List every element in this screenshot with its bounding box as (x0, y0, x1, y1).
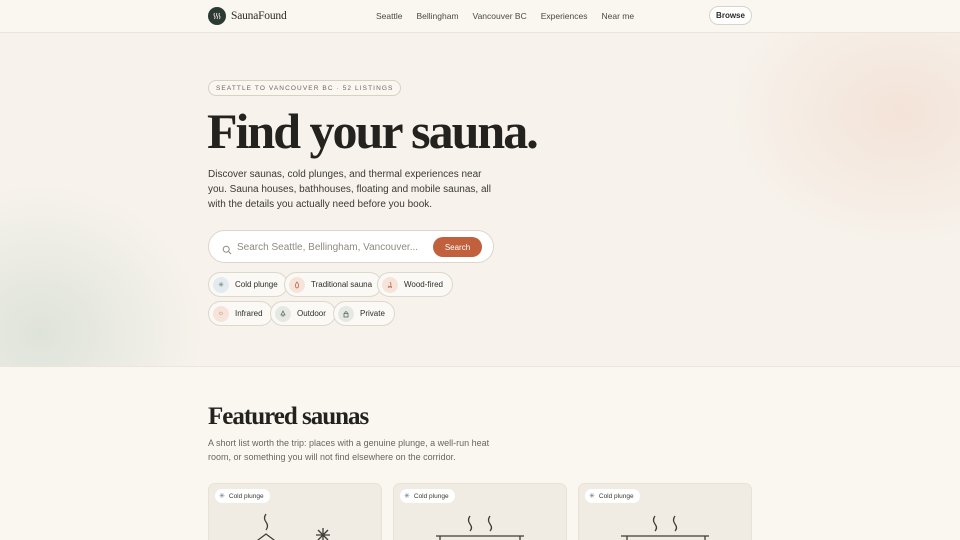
filter-chip-outdoor[interactable]: Outdoor (270, 301, 336, 326)
snowflake-icon: ✳ (219, 493, 225, 500)
featured-card[interactable]: ✳ Cold plunge (578, 483, 752, 540)
chip-label: Private (360, 309, 385, 318)
chip-label: Cold plunge (235, 280, 278, 289)
featured-card[interactable]: ✳ Cold plunge (393, 483, 567, 540)
sun-icon: ☼ (213, 305, 229, 322)
card-badge-label: Cold plunge (228, 492, 264, 500)
hero-description: Discover saunas, cold plunges, and therm… (208, 169, 491, 210)
search-icon (222, 242, 232, 260)
card-badge-label: Cold plunge (413, 492, 449, 500)
main-nav: Seattle Bellingham Vancouver BC Experien… (376, 11, 648, 21)
nav-link-seattle[interactable]: Seattle (376, 11, 402, 21)
featured-card[interactable]: ✳ Cold plunge (208, 483, 382, 540)
filter-chip-infrared[interactable]: ☼ Infrared (208, 301, 273, 326)
snowflake-icon: ✳ (213, 276, 229, 293)
listing-count-tag: SEATTLE TO VANCOUVER BC · 52 LISTINGS (208, 80, 402, 96)
logo-icon (208, 7, 226, 25)
search-bar: Search (208, 230, 494, 263)
browse-button[interactable]: Browse (709, 6, 752, 25)
card-badge: ✳ Cold plunge (585, 489, 640, 503)
card-badge: ✳ Cold plunge (400, 489, 455, 503)
chip-label: Outdoor (297, 309, 326, 318)
page-title: Find your sauna. (207, 103, 539, 159)
lock-icon (338, 305, 354, 322)
brand-name: SaunaFound (231, 10, 287, 22)
nav-link-bellingham[interactable]: Bellingham (416, 11, 458, 21)
filter-chip-traditional-sauna[interactable]: Traditional sauna (284, 272, 383, 297)
tree-icon (275, 305, 291, 322)
chip-label: Wood-fired (404, 280, 443, 289)
logo[interactable]: SaunaFound (208, 7, 287, 25)
filter-chip-private[interactable]: Private (333, 301, 395, 326)
wood-fire-icon (382, 276, 398, 293)
search-button[interactable]: Search (433, 237, 482, 257)
featured-title: Featured saunas (208, 403, 369, 430)
card-badge-label: Cold plunge (598, 492, 634, 500)
featured-description: A short list worth the trip: places with… (208, 438, 490, 462)
site-header: SaunaFound Seattle Bellingham Vancouver … (0, 0, 960, 33)
filter-chip-wood-fired[interactable]: Wood-fired (377, 272, 453, 297)
nav-link-near-me[interactable]: Near me (602, 11, 635, 21)
filter-chip-cold-plunge[interactable]: ✳ Cold plunge (208, 272, 288, 297)
nav-link-vancouver[interactable]: Vancouver BC (473, 11, 527, 21)
card-badge: ✳ Cold plunge (215, 489, 270, 503)
chip-label: Infrared (235, 309, 263, 318)
nav-link-experiences[interactable]: Experiences (541, 11, 588, 21)
search-input[interactable] (237, 238, 427, 256)
snowflake-icon: ✳ (589, 493, 595, 500)
flame-icon (289, 276, 305, 293)
chip-label: Traditional sauna (311, 280, 373, 289)
snowflake-icon: ✳ (404, 493, 410, 500)
